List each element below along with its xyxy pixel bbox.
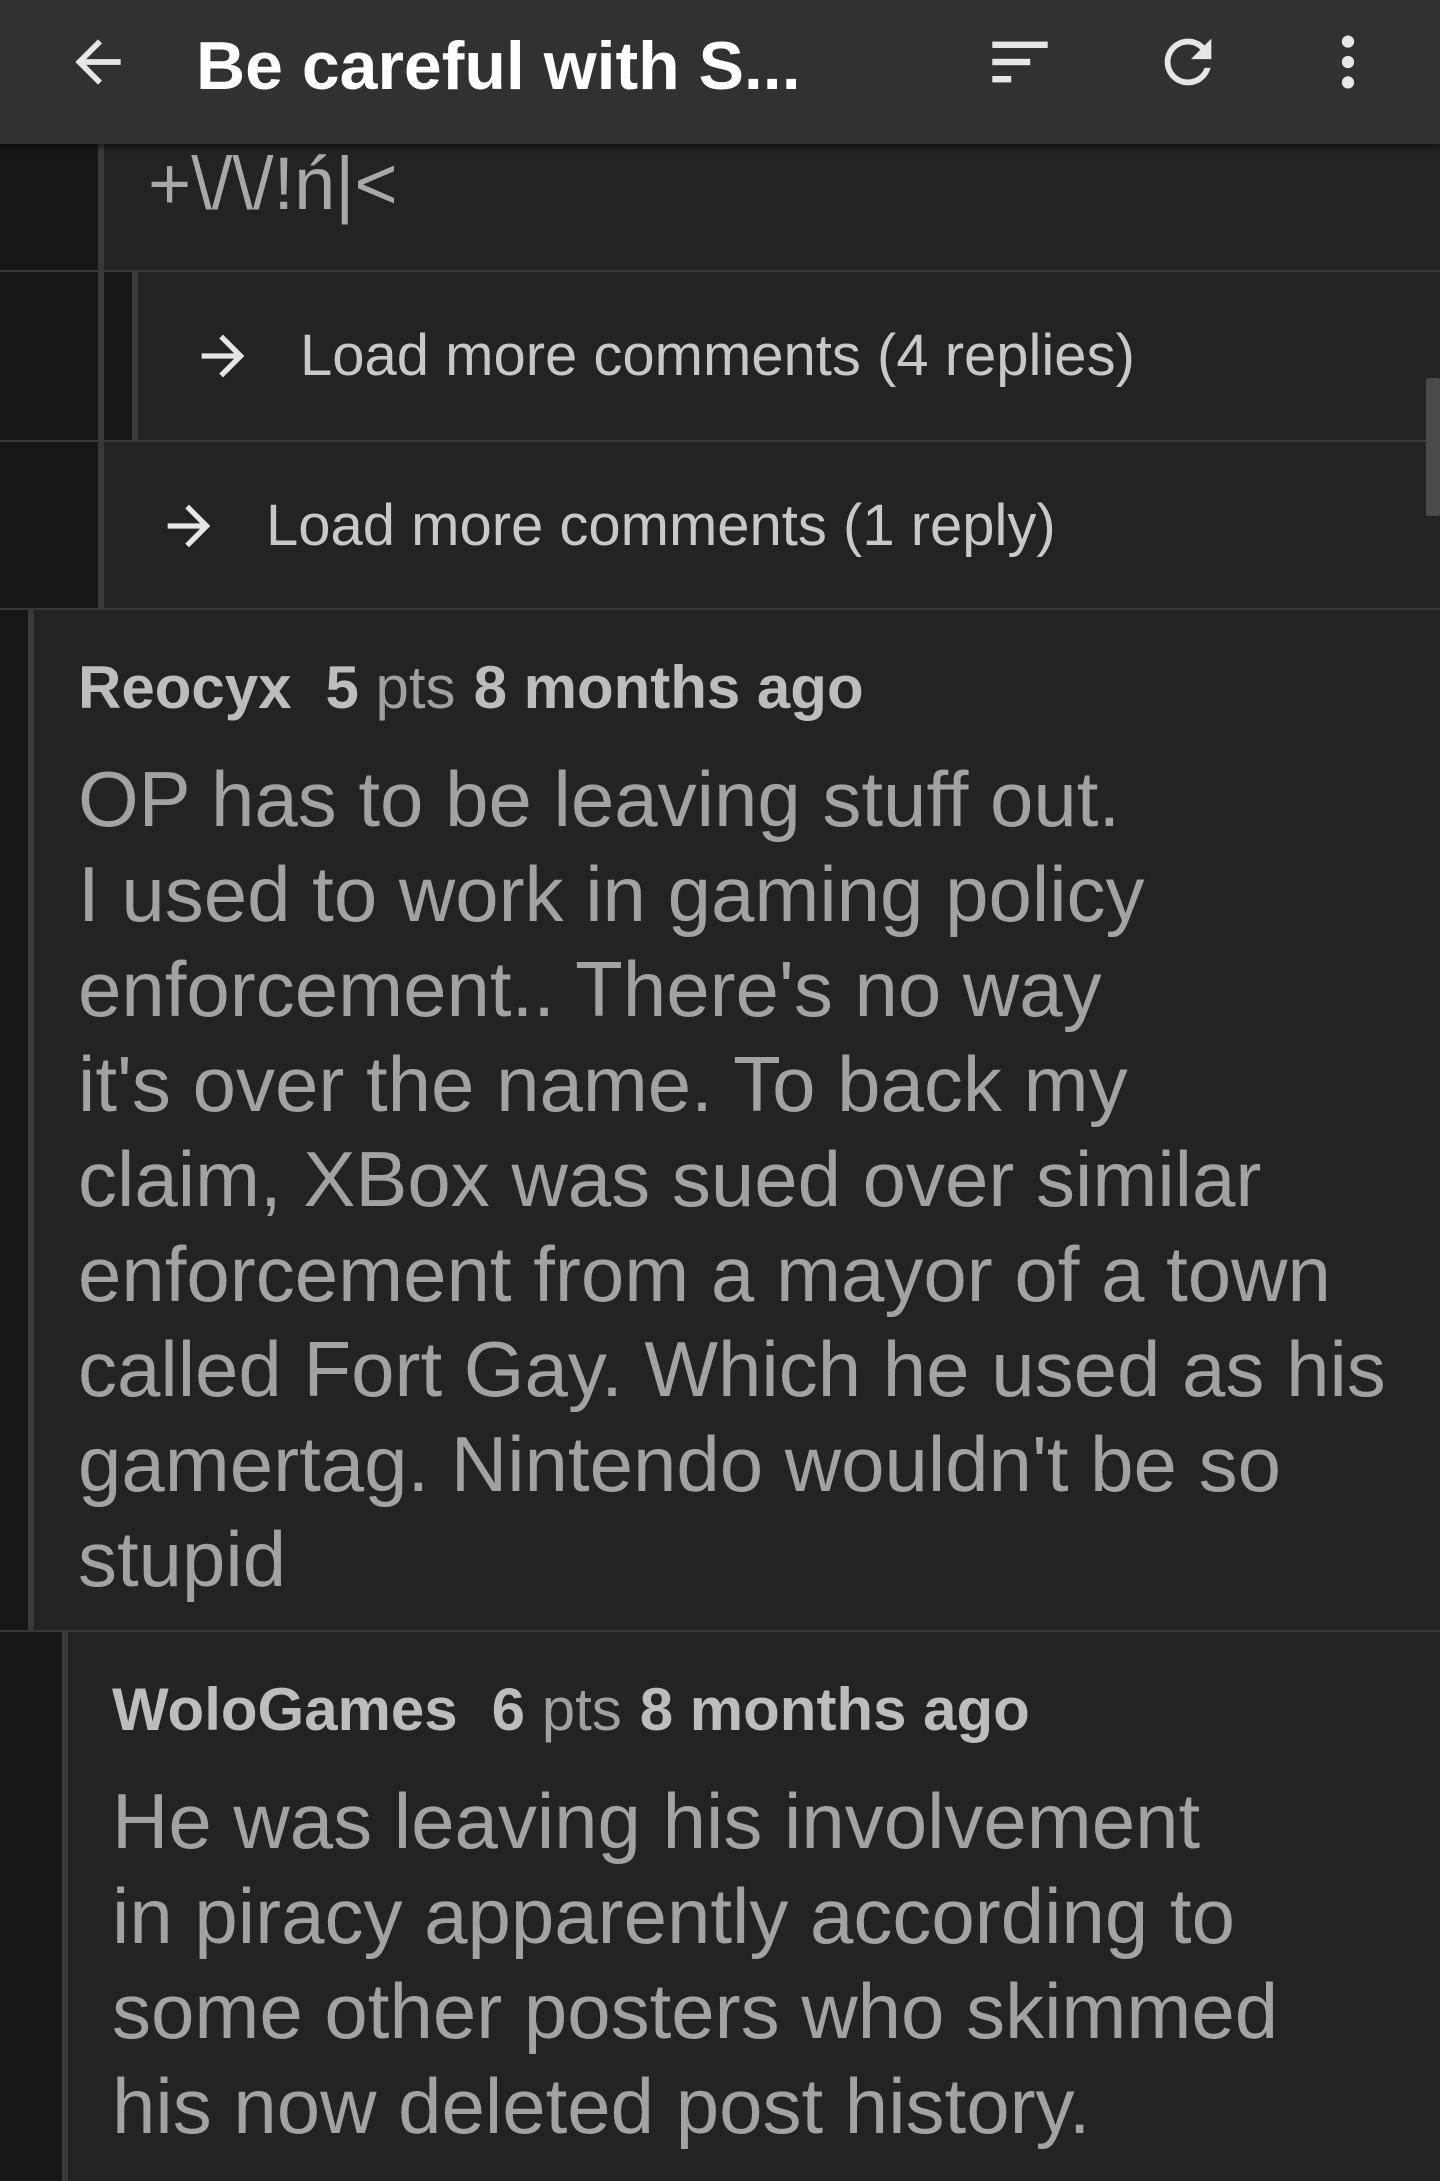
comment-reply[interactable]: WoloGames 6 pts 8 months ago He was leavin… xyxy=(0,1632,1440,2181)
indent-gutter xyxy=(0,442,100,610)
comment-body: OP has to be leaving stuff out. I used t… xyxy=(78,752,1386,1607)
load-more-row: Load more comments (4 replies) xyxy=(0,272,1440,442)
depth-rail xyxy=(98,272,104,442)
comment-header: WoloGames 6 pts 8 months ago xyxy=(112,1674,1030,1746)
comment-age: 8 months ago xyxy=(639,1676,1030,1743)
load-more-comments-button[interactable]: Load more comments (4 replies) xyxy=(188,320,1135,392)
comment-text-line: stupid xyxy=(78,1515,287,1603)
back-button[interactable] xyxy=(50,14,146,110)
comment-author[interactable]: WoloGames xyxy=(112,1676,458,1743)
comment-score: 5 xyxy=(325,654,359,721)
load-more-label: Load more comments (4 replies) xyxy=(300,323,1135,388)
comment-text-line: enforcement.. There's no way xyxy=(78,945,1102,1033)
comment[interactable]: Reocyx 5 pts 8 months ago OP has to be lea… xyxy=(0,610,1440,1632)
refresh-button[interactable] xyxy=(1140,14,1236,110)
depth-rail xyxy=(98,442,104,610)
comment-age: 8 months ago xyxy=(473,654,864,721)
depth-rail xyxy=(98,144,104,272)
comment-text-line: claim, XBox was sued over similar xyxy=(78,1135,1262,1223)
comment-text-line: in piracy apparently according to xyxy=(112,1872,1235,1960)
depth-rail xyxy=(28,610,34,1632)
comment-feed[interactable]: +\/\/!ń|< Load more comments (4 replies) xyxy=(0,144,1440,2181)
comment-text-line: it's over the name. To back my xyxy=(78,1040,1128,1128)
arrow-right-icon xyxy=(188,321,258,391)
sort-lines-icon xyxy=(992,41,1048,83)
comment-text-line: OP has to be leaving stuff out. xyxy=(78,755,1121,843)
comment-text-line: gamertag. Nintendo wouldn't be so xyxy=(78,1420,1281,1508)
page-title: Be careful with S... xyxy=(196,28,801,104)
comment-text-line: some other posters who skimmed xyxy=(112,1967,1279,2055)
comment-body: He was leaving his involvement in piracy… xyxy=(112,1774,1278,2154)
points-label: pts xyxy=(375,654,456,721)
comment-signature: +\/\/!ń|< xyxy=(148,144,398,225)
scrollbar-thumb[interactable] xyxy=(1426,378,1440,516)
comment-author[interactable]: Reocyx xyxy=(78,654,291,721)
arrow-left-icon xyxy=(75,39,121,85)
load-more-comments-button[interactable]: Load more comments (1 reply) xyxy=(154,490,1056,562)
comment-text-line: I used to work in gaming policy xyxy=(78,850,1145,938)
app-bar: Be careful with S... xyxy=(0,0,1440,144)
comment-tail: +\/\/!ń|< xyxy=(0,144,1440,272)
depth-rail xyxy=(132,272,138,442)
comment-text-line: called Fort Gay. Which he used as his xyxy=(78,1325,1386,1413)
indent-gutter xyxy=(0,272,134,442)
sort-button[interactable] xyxy=(972,14,1068,110)
comment-text-line: He was leaving his involvement xyxy=(112,1777,1201,1865)
comment-text-line: enforcement from a mayor of a town xyxy=(78,1230,1331,1318)
comment-text-line: his now deleted post history. xyxy=(112,2062,1091,2150)
depth-rail xyxy=(62,1632,68,2181)
comment-header: Reocyx 5 pts 8 months ago xyxy=(78,652,864,724)
overflow-menu-button[interactable] xyxy=(1300,14,1396,110)
points-label: pts xyxy=(541,1676,622,1743)
indent-gutter xyxy=(0,1632,66,2181)
refresh-icon xyxy=(1164,38,1212,86)
indent-gutter xyxy=(0,144,100,272)
more-vertical-icon xyxy=(1341,35,1355,89)
load-more-row: Load more comments (1 reply) xyxy=(0,442,1440,610)
arrow-right-icon xyxy=(154,491,224,561)
comment-score: 6 xyxy=(491,1676,526,1743)
load-more-label: Load more comments (1 reply) xyxy=(266,493,1056,558)
